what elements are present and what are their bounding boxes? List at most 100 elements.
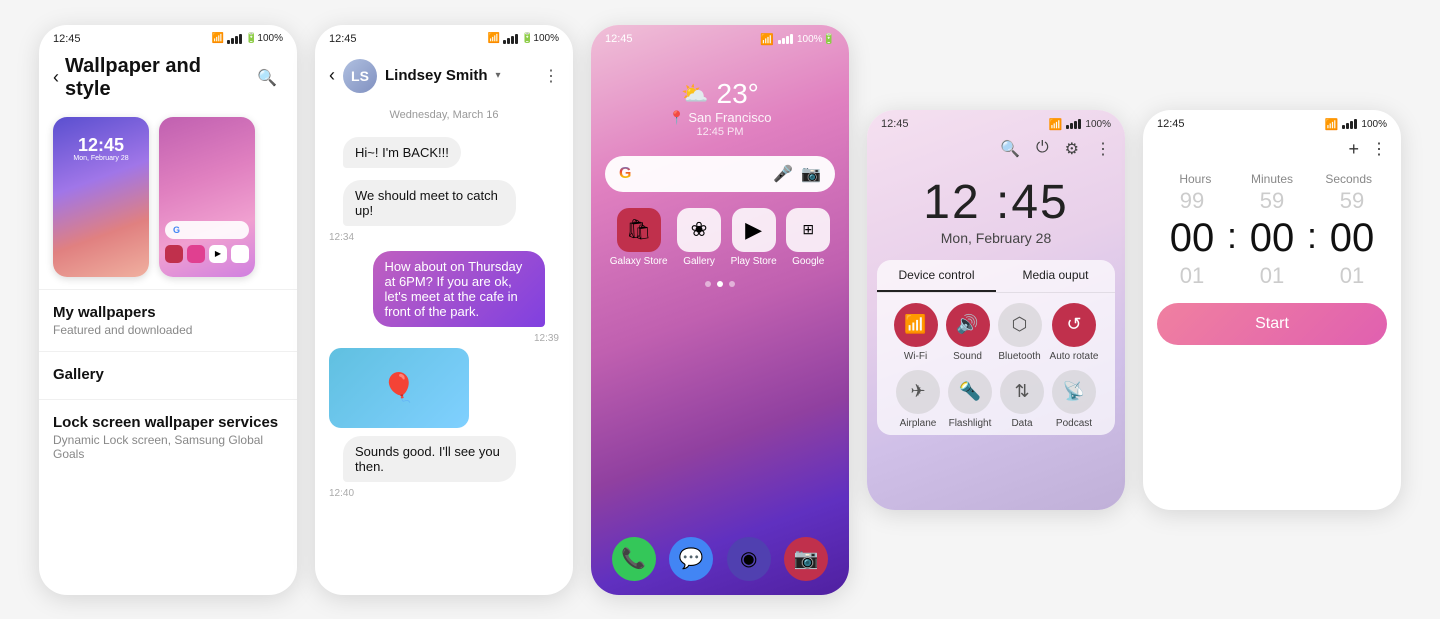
play-store-label: Play Store	[731, 256, 777, 267]
lock-screen-preview[interactable]: 12:45 Mon, February 28	[53, 117, 149, 277]
minutes-main: 00	[1250, 216, 1295, 261]
battery-icon-3: 100%🔋	[797, 34, 835, 45]
signal-icon-3	[778, 34, 793, 44]
msg-4-time: 12:40	[329, 488, 573, 499]
battery-icon-5: 100%	[1361, 119, 1387, 130]
app-play-store[interactable]: ▶ Play Store	[731, 208, 777, 267]
msg-4-bubble: Sounds good. I'll see you then.	[343, 436, 516, 482]
wallpaper-header: ‹ Wallpaper and style 🔍	[39, 49, 297, 111]
app-gallery[interactable]: ❀ Gallery	[677, 208, 721, 267]
contact-info[interactable]: ‹ LS Lindsey Smith ▾	[329, 59, 501, 93]
page-dots	[591, 281, 849, 287]
hours-col[interactable]: 99 00 01	[1157, 188, 1227, 289]
preview-lock-time: 12:45	[53, 135, 149, 156]
message-header: ‹ LS Lindsey Smith ▾ ⋮	[315, 49, 573, 101]
bluetooth-toggle-btn[interactable]: ⬡	[998, 303, 1042, 347]
home-screen-preview[interactable]: G ▶	[159, 117, 255, 277]
back-button-1[interactable]: ‹	[53, 67, 59, 88]
tab-media-output[interactable]: Media ouput	[996, 260, 1115, 292]
data-toggle-btn[interactable]: ⇅	[1000, 370, 1044, 414]
back-button-2[interactable]: ‹	[329, 65, 335, 86]
wifi-icon-5: 📶	[1325, 118, 1339, 131]
menu-item-my-wallpapers[interactable]: My wallpapers Featured and downloaded	[39, 289, 297, 351]
dock-phone[interactable]: 📞	[612, 537, 656, 581]
dock-assistant[interactable]: ◉	[727, 537, 771, 581]
start-button[interactable]: Start	[1157, 303, 1387, 345]
msg-3-time: 12:39	[315, 333, 559, 344]
toggle-airplane[interactable]: ✈ Airplane	[896, 370, 940, 429]
search-bar[interactable]: G 🎤 📷	[605, 156, 835, 192]
wifi-toggle-btn[interactable]: 📶	[894, 303, 938, 347]
timer-screen: 12:45 📶 100% + ⋮ Hours Minutes Seconds 9…	[1143, 110, 1401, 510]
airplane-toggle-btn[interactable]: ✈	[896, 370, 940, 414]
menu-title-lock-services: Lock screen wallpaper services	[53, 414, 283, 431]
toggle-podcast[interactable]: 📡 Podcast	[1052, 370, 1096, 429]
seconds-col[interactable]: 59 00 01	[1317, 188, 1387, 289]
power-control-icon[interactable]: ⏻	[1036, 139, 1049, 159]
bluetooth-toggle-label: Bluetooth	[998, 351, 1040, 362]
podcast-toggle-btn[interactable]: 📡	[1052, 370, 1096, 414]
quick-panel: Device control Media ouput 📶 Wi-Fi 🔊 Sou…	[877, 260, 1115, 435]
data-toggle-label: Data	[1011, 418, 1032, 429]
gallery-icon: ❀	[677, 208, 721, 252]
menu-sub-my-wallpapers: Featured and downloaded	[53, 323, 283, 337]
more-timer-icon[interactable]: ⋮	[1371, 139, 1387, 160]
msg-3-wrapper: How about on Thursday at 6PM? If you are…	[329, 247, 559, 331]
home-background: 12:45 📶 100%🔋 ⛅ 23° 📍 San Francisco	[591, 25, 849, 595]
msg-4-wrapper: Sounds good. I'll see you then.	[329, 432, 559, 486]
sound-toggle-btn[interactable]: 🔊	[946, 303, 990, 347]
camera-icon: 📷	[784, 537, 828, 581]
chevron-down-icon: ▾	[496, 70, 501, 81]
seconds-label: Seconds	[1310, 172, 1387, 186]
google-icon: ⊞	[786, 208, 830, 252]
balloon-icon: 🎈	[382, 371, 417, 404]
app-google[interactable]: ⊞ Google	[786, 208, 830, 267]
autorotate-toggle-btn[interactable]: ↺	[1052, 303, 1096, 347]
wifi-icon-3: 📶	[760, 33, 774, 46]
more-options-icon[interactable]: ⋮	[543, 66, 559, 86]
quick-tabs: Device control Media ouput	[877, 260, 1115, 293]
toggle-wifi[interactable]: 📶 Wi-Fi	[894, 303, 938, 362]
colon-1: :	[1227, 215, 1237, 257]
flashlight-toggle-btn[interactable]: 🔦	[948, 370, 992, 414]
galaxy-store-icon: 🛍	[617, 208, 661, 252]
menu-item-lock-services[interactable]: Lock screen wallpaper services Dynamic L…	[39, 399, 297, 475]
tab-device-control[interactable]: Device control	[877, 260, 996, 292]
toggle-sound[interactable]: 🔊 Sound	[946, 303, 990, 362]
search-control-icon[interactable]: 🔍	[1000, 139, 1020, 159]
phone-icon: 📞	[612, 537, 656, 581]
app-galaxy-store[interactable]: 🛍 Galaxy Store	[610, 208, 668, 267]
toggle-data[interactable]: ⇅ Data	[1000, 370, 1044, 429]
timer-col-labels: Hours Minutes Seconds	[1143, 164, 1401, 188]
more-control-icon[interactable]: ⋮	[1095, 139, 1111, 159]
toggle-autorotate[interactable]: ↺ Auto rotate	[1050, 303, 1099, 362]
wifi-icon-2: 📶	[488, 33, 500, 44]
toggle-flashlight[interactable]: 🔦 Flashlight	[948, 370, 992, 429]
lens-icon[interactable]: 📷	[801, 164, 821, 184]
dock-messages[interactable]: 💬	[669, 537, 713, 581]
status-bar-4: 12:45 📶 100%	[867, 110, 1125, 135]
wifi-toggle-label: Wi-Fi	[904, 351, 927, 362]
menu-sub-lock-services: Dynamic Lock screen, Samsung Global Goal…	[53, 433, 283, 461]
google-label: Google	[792, 256, 824, 267]
status-time-3: 12:45	[605, 33, 633, 45]
app-row: 🛍 Galaxy Store ❀ Gallery ▶ Play Store ⊞ …	[591, 200, 849, 275]
dot-2	[717, 281, 723, 287]
hours-main: 00	[1170, 216, 1215, 261]
msg-1-bubble: Hi~! I'm BACK!!!	[343, 137, 461, 168]
dock: 📞 💬 ◉ 📷	[591, 529, 849, 595]
settings-control-icon[interactable]: ⚙	[1065, 139, 1079, 159]
toggle-bluetooth[interactable]: ⬡ Bluetooth	[998, 303, 1042, 362]
minutes-col[interactable]: 59 00 01	[1237, 188, 1307, 289]
dock-camera[interactable]: 📷	[784, 537, 828, 581]
timer-scroll: 99 00 01 : 59 00 01 : 59 00 01	[1143, 188, 1401, 289]
add-timer-icon[interactable]: +	[1348, 139, 1359, 160]
menu-item-gallery[interactable]: Gallery	[39, 351, 297, 399]
search-button-1[interactable]: 🔍	[251, 62, 283, 94]
signal-icon-1	[227, 34, 242, 44]
status-bar-5: 12:45 📶 100%	[1143, 110, 1401, 135]
status-icons-4: 📶 100%	[1049, 118, 1111, 131]
microphone-icon[interactable]: 🎤	[773, 164, 793, 184]
wallpaper-screen: 12:45 📶 🔋100% ‹ Wallpaper and style 🔍	[39, 25, 297, 595]
sound-toggle-label: Sound	[953, 351, 982, 362]
